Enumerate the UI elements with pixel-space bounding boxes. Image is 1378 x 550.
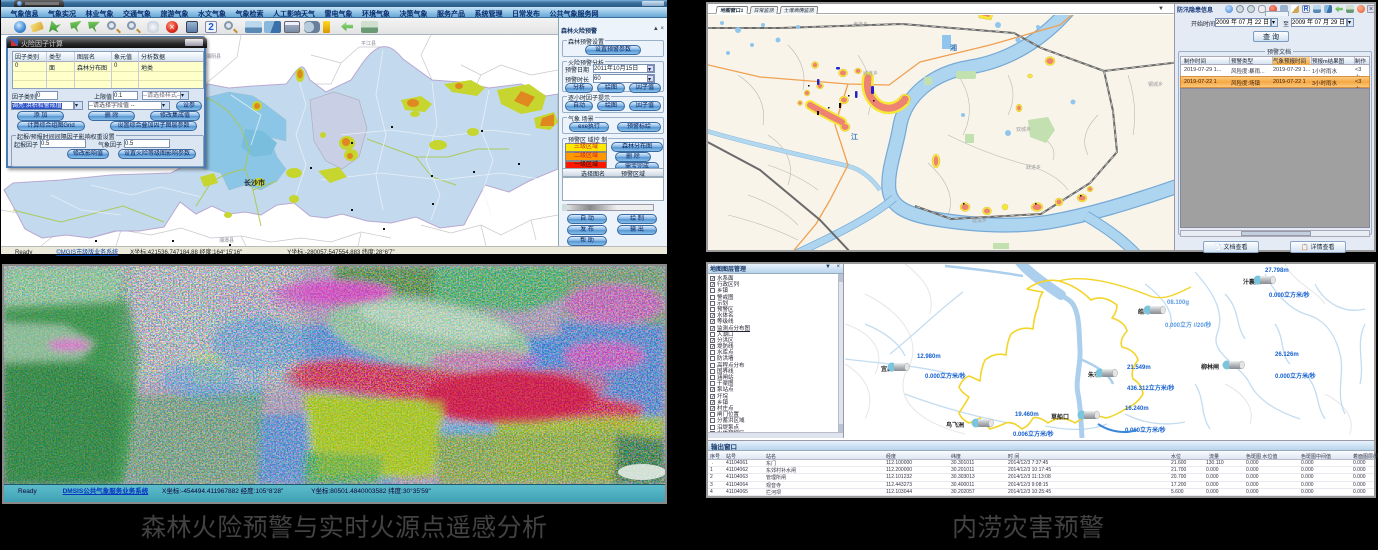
svg-text:26.126m: 26.126m — [1275, 352, 1299, 358]
svg-text:0.000立方米/秒: 0.000立方米/秒 — [1269, 291, 1310, 299]
svg-text:跃进乡: 跃进乡 — [1026, 164, 1041, 171]
svg-text:湘阴县: 湘阴县 — [206, 53, 221, 60]
svg-text:21.549m: 21.549m — [1127, 365, 1151, 371]
svg-text:柳林闸: 柳林闸 — [1201, 363, 1219, 371]
svg-text:0.006立方米/秒: 0.006立方米/秒 — [1013, 430, 1054, 438]
svg-text:16.240m: 16.240m — [1125, 406, 1149, 412]
svg-text:鸟飞洲: 鸟飞洲 — [946, 421, 964, 429]
svg-text:436.312立方米/秒: 436.312立方米/秒 — [1127, 384, 1174, 392]
svg-text:草船口: 草船口 — [1051, 413, 1069, 421]
svg-text:江: 江 — [851, 132, 858, 141]
svg-text:08.100g: 08.100g — [1167, 300, 1189, 306]
svg-text:钢城乡: 钢城乡 — [1148, 81, 1163, 88]
svg-text:27.798m: 27.798m — [1265, 268, 1289, 274]
svg-text:0.000立方 //20/秒: 0.000立方 //20/秒 — [1165, 321, 1211, 329]
svg-text:城连乡: 城连乡 — [863, 70, 878, 77]
svg-text:考连乡: 考连乡 — [853, 21, 868, 28]
svg-text:0.060立方米/秒: 0.060立方米/秒 — [1125, 426, 1166, 434]
svg-text:12.980m: 12.980m — [917, 354, 941, 360]
svg-text:湘潭县: 湘潭县 — [219, 237, 234, 244]
svg-text:长沙市: 长沙市 — [244, 178, 265, 187]
svg-text:0.000立方米/秒: 0.000立方米/秒 — [925, 372, 966, 380]
svg-text:双城乡: 双城乡 — [1016, 126, 1031, 133]
svg-text:湘: 湘 — [950, 43, 957, 52]
svg-text:建设乡: 建设乡 — [972, 217, 987, 224]
svg-text:平江县: 平江县 — [361, 40, 376, 47]
svg-text:0.000立方米/秒: 0.000立方米/秒 — [1275, 372, 1316, 380]
svg-text:19.460m: 19.460m — [1015, 412, 1039, 418]
